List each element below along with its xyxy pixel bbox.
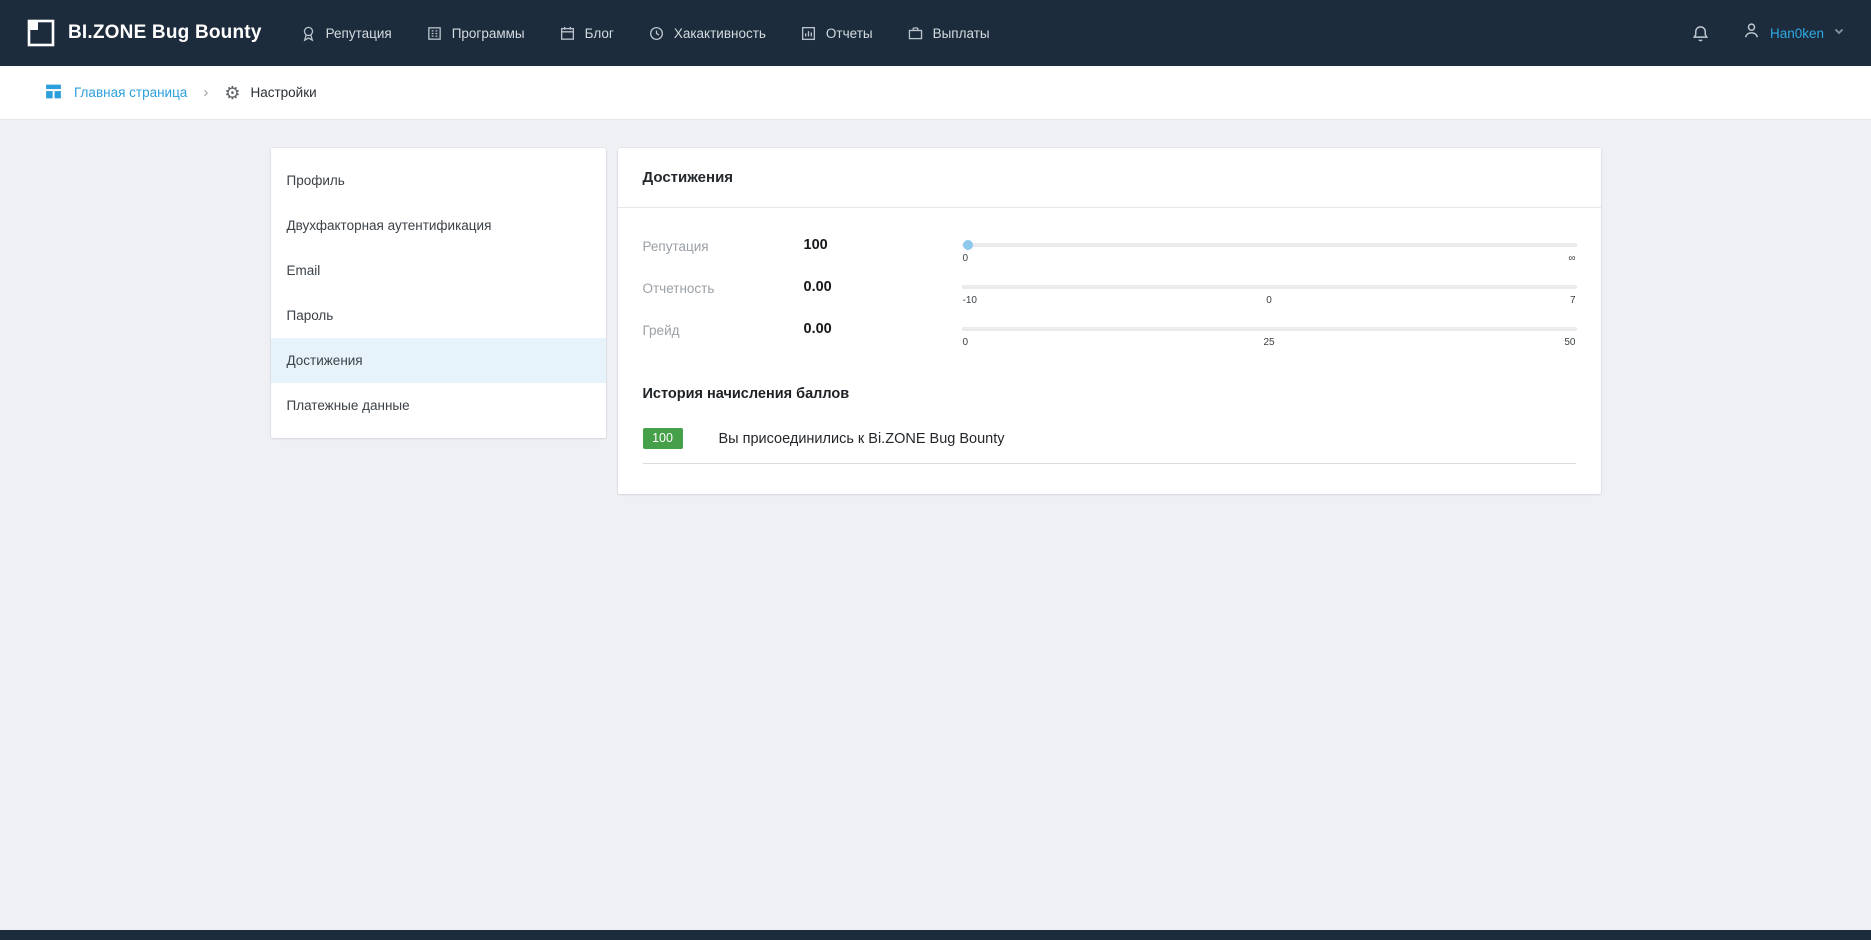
metric-value: 0.00 [804, 278, 962, 296]
nav-item-label: Отчеты [826, 26, 873, 41]
chevron-down-icon [1833, 24, 1845, 42]
breadcrumb-current-label: Настройки [250, 85, 316, 100]
programs-icon [426, 25, 443, 42]
history-entry: 100 Вы присоединились к Bi.ZONE Bug Boun… [643, 428, 1576, 464]
scale-marker-dot [963, 240, 973, 250]
metric-row-grade: Грейд 0.00 0 25 50 [643, 320, 1577, 362]
metric-value: 0.00 [804, 320, 962, 338]
bell-icon[interactable] [1691, 24, 1710, 43]
top-navbar: BI.ZONE Bug Bounty Репутация Программы [0, 0, 1871, 66]
sidebar-item-password[interactable]: Пароль [271, 293, 606, 338]
history-title: История начисления баллов [618, 362, 1601, 402]
metrics-list: Репутация 100 0 ∞ Отчетность 0.00 -10 0 [618, 208, 1601, 362]
navbar-right: Han0ken [1691, 21, 1845, 45]
breadcrumb-separator: › [203, 84, 208, 101]
gear-icon: ⚙ [224, 84, 240, 102]
bizone-logo-icon [26, 18, 56, 48]
nav-item-label: Блог [585, 26, 614, 41]
nav-item-blog[interactable]: Блог [559, 25, 614, 42]
hackactivity-icon [648, 25, 665, 42]
user-icon [1742, 21, 1761, 45]
footer-strip [0, 930, 1871, 940]
sidebar-item-profile[interactable]: Профиль [271, 158, 606, 203]
breadcrumb: Главная страница › ⚙ Настройки [0, 66, 1871, 120]
scale-min-label: 0 [963, 337, 969, 348]
brand[interactable]: BI.ZONE Bug Bounty [26, 18, 262, 48]
scale-max-label: ∞ [1568, 253, 1575, 264]
sidebar-item-email[interactable]: Email [271, 248, 606, 293]
sidebar-item-payment-details[interactable]: Платежные данные [271, 383, 606, 428]
sidebar-item-label: Email [287, 263, 321, 278]
panel-title: Достижения [618, 148, 1601, 208]
user-menu[interactable]: Han0ken [1742, 21, 1845, 45]
nav-item-label: Хакактивность [674, 26, 766, 41]
breadcrumb-home-label: Главная страница [74, 85, 187, 100]
nav-item-label: Программы [452, 26, 525, 41]
scale-track [962, 243, 1577, 247]
nav-item-label: Репутация [326, 26, 392, 41]
nav-item-programs[interactable]: Программы [426, 25, 525, 42]
scale-max-label: 50 [1564, 337, 1575, 348]
metric-value: 100 [804, 236, 962, 254]
scale-max-label: 7 [1570, 295, 1576, 306]
scale-mid-label: 0 [1266, 295, 1272, 306]
breadcrumb-home-link[interactable]: Главная страница [44, 82, 187, 104]
scale-min-label: 0 [963, 253, 969, 264]
scale-track [962, 327, 1577, 331]
scale-track [962, 285, 1577, 289]
sidebar-item-label: Двухфакторная аутентификация [287, 218, 492, 233]
metric-row-reputation: Репутация 100 0 ∞ [643, 236, 1577, 278]
sidebar-item-label: Достижения [287, 353, 363, 368]
nav-item-payouts[interactable]: Выплаты [907, 25, 990, 42]
scale-min-label: -10 [963, 295, 977, 306]
nav-item-hackactivity[interactable]: Хакактивность [648, 25, 766, 42]
reporting-scale: -10 0 7 [962, 280, 1577, 314]
sidebar-item-label: Пароль [287, 308, 334, 323]
nav-item-reputation[interactable]: Репутация [300, 25, 392, 42]
main-nav: Репутация Программы Блог [300, 25, 990, 42]
nav-item-reports[interactable]: Отчеты [800, 25, 873, 42]
scale-mid-label: 25 [1263, 337, 1274, 348]
settings-content: Профиль Двухфакторная аутентификация Ema… [271, 148, 1601, 930]
metric-label: Репутация [643, 236, 804, 256]
sidebar-item-two-factor[interactable]: Двухфакторная аутентификация [271, 203, 606, 248]
metric-label: Грейд [643, 320, 804, 340]
sidebar-item-label: Платежные данные [287, 398, 410, 413]
grade-scale: 0 25 50 [962, 322, 1577, 356]
blog-icon [559, 25, 576, 42]
payouts-icon [907, 25, 924, 42]
metric-label: Отчетность [643, 278, 804, 298]
points-badge: 100 [643, 428, 683, 449]
metric-row-reporting: Отчетность 0.00 -10 0 7 [643, 278, 1577, 320]
reputation-scale: 0 ∞ [962, 238, 1577, 272]
dashboard-grid-icon [44, 82, 63, 104]
history-entry-text: Вы присоединились к Bi.ZONE Bug Bounty [719, 431, 1005, 447]
nav-item-label: Выплаты [933, 26, 990, 41]
reputation-icon [300, 25, 317, 42]
breadcrumb-current: ⚙ Настройки [224, 84, 316, 102]
brand-title: BI.ZONE Bug Bounty [68, 22, 262, 44]
sidebar-item-label: Профиль [287, 173, 345, 188]
settings-sidebar: Профиль Двухфакторная аутентификация Ema… [271, 148, 606, 438]
reports-icon [800, 25, 817, 42]
sidebar-item-achievements[interactable]: Достижения [271, 338, 606, 383]
achievements-panel: Достижения Репутация 100 0 ∞ Отчетность … [618, 148, 1601, 494]
username: Han0ken [1770, 26, 1824, 41]
